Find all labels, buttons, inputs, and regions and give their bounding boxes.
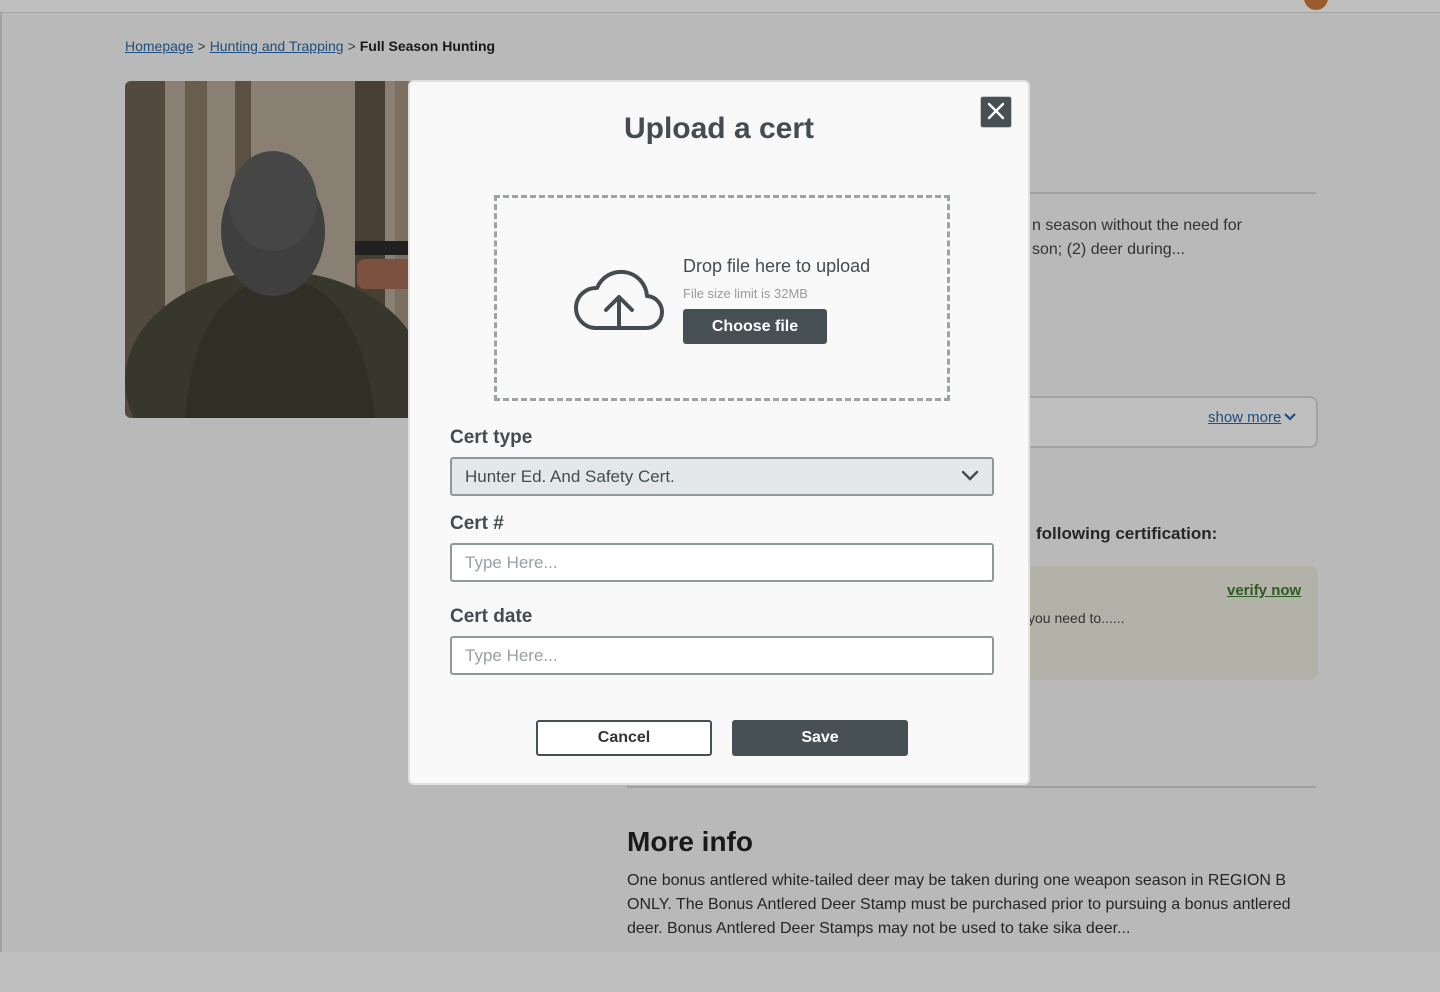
- chevron-down-icon: [960, 468, 980, 488]
- drop-file-text: Drop file here to upload: [683, 256, 871, 276]
- file-dropzone[interactable]: Drop file here to upload File size limit…: [494, 195, 950, 401]
- cloud-upload-icon: [573, 268, 665, 337]
- cancel-button[interactable]: Cancel: [536, 720, 712, 756]
- choose-file-button[interactable]: Choose file: [683, 309, 827, 344]
- cert-number-input[interactable]: [450, 543, 994, 582]
- cert-type-label: Cert type: [450, 427, 533, 448]
- cert-type-select[interactable]: Hunter Ed. And Safety Cert.: [450, 457, 994, 496]
- cert-date-input[interactable]: [450, 636, 994, 675]
- upload-cert-modal: Upload a cert Drop file here to upload F…: [408, 80, 1030, 785]
- cert-number-label: Cert #: [450, 513, 504, 534]
- cert-type-selected-value: Hunter Ed. And Safety Cert.: [465, 467, 675, 486]
- cert-date-label: Cert date: [450, 606, 533, 627]
- file-size-limit-text: File size limit is 32MB: [683, 286, 808, 301]
- save-button[interactable]: Save: [732, 720, 908, 756]
- modal-title: Upload a cert: [623, 112, 815, 145]
